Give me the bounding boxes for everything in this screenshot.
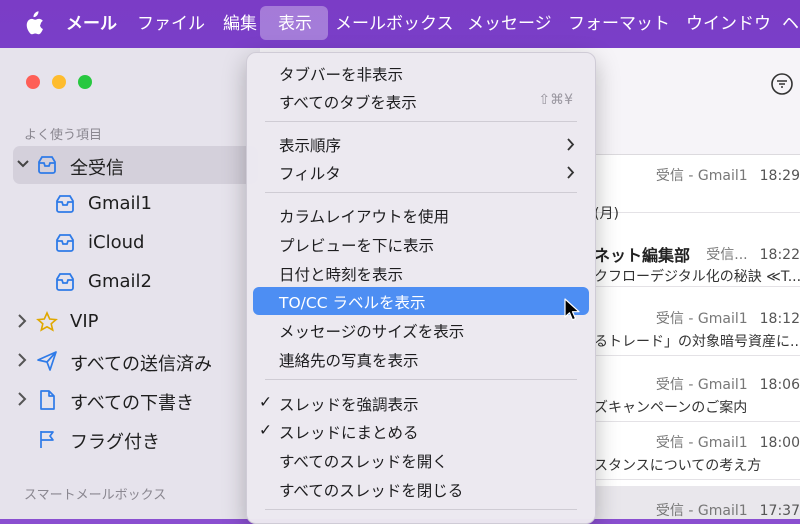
message-subject: クフローデジタル化の秘訣 ≪T... <box>594 269 800 285</box>
message-subject: るトレード」の対象暗号資産に... <box>594 334 800 350</box>
chevron-right-icon[interactable] <box>16 352 28 368</box>
paper-plane-icon <box>37 351 57 371</box>
sidebar-item-label: すべての送信済み <box>70 354 213 375</box>
menu-item-collapse-all-threads[interactable]: すべてのスレッドを閉じる <box>253 475 589 503</box>
menu-item-highlight-threads[interactable]: ✓ スレッドを強調表示 <box>253 389 589 417</box>
menu-message[interactable]: メッセージ <box>467 0 552 48</box>
message-meta: 受信... 18:22 <box>706 247 800 263</box>
menu-edit[interactable]: 編集 <box>223 0 257 48</box>
section-favorites: よく使う項目 <box>24 128 103 143</box>
sidebar-item-vip[interactable]: VIP <box>0 303 260 341</box>
menu-file[interactable]: ファイル <box>137 0 205 48</box>
sidebar-item-label: Gmail2 <box>88 271 152 292</box>
menu-separator <box>265 121 577 122</box>
inbox-icon <box>56 195 74 213</box>
chevron-right-icon <box>567 166 575 179</box>
sidebar-item-label: すべての下書き <box>70 393 195 414</box>
filter-icon[interactable] <box>770 72 794 96</box>
keyboard-shortcut: ⇧⌘¥ <box>538 92 573 108</box>
menu-item-label: TO/CC ラベルを表示 <box>279 294 426 312</box>
apple-icon[interactable] <box>22 11 44 37</box>
chevron-right-icon[interactable] <box>16 313 28 329</box>
zoom-window-button[interactable] <box>78 75 92 89</box>
menu-item-sort-order[interactable]: 表示順序 <box>253 130 589 158</box>
menu-bar: メール ファイル 編集 表示 メールボックス メッセージ フォーマット ウインド… <box>0 0 800 48</box>
menu-item-label: スレッドを強調表示 <box>279 396 419 414</box>
menu-item-label: すべてのスレッドを閉じる <box>279 482 464 500</box>
document-icon <box>40 390 55 410</box>
message-meta: 受信 - Gmail1 18:06 <box>655 377 800 393</box>
close-window-button[interactable] <box>26 75 40 89</box>
menu-item-show-date-time[interactable]: 日付と時刻を表示 <box>253 259 589 287</box>
menu-item-expand-all-threads[interactable]: すべてのスレッドを開く <box>253 446 589 474</box>
sidebar-item-icloud[interactable]: iCloud <box>0 224 260 262</box>
inbox-icon <box>38 156 56 174</box>
menu-item-filter[interactable]: フィルタ <box>253 158 589 186</box>
message-meta: 受信 - Gmail1 18:29 <box>655 168 800 184</box>
menu-app-name[interactable]: メール <box>66 0 117 48</box>
menu-mailbox[interactable]: メールボックス <box>335 0 454 48</box>
chevron-right-icon[interactable] <box>16 391 28 407</box>
menu-separator <box>265 379 577 380</box>
menu-item-label: 表示順序 <box>279 137 342 155</box>
checkmark-icon: ✓ <box>259 393 272 411</box>
minimize-window-button[interactable] <box>52 75 66 89</box>
menu-item-show-contact-photos[interactable]: 連絡先の写真を表示 <box>253 345 589 373</box>
menu-view[interactable]: 表示 <box>278 0 312 48</box>
menu-item-label: スレッドにまとめる <box>279 424 419 442</box>
message-subject: (月) <box>594 206 619 222</box>
menu-item-use-column-layout[interactable]: カラムレイアウトを使用 <box>253 201 589 229</box>
menu-item-show-to-cc-label[interactable]: TO/CC ラベルを表示 <box>253 287 589 315</box>
checkmark-icon: ✓ <box>259 421 272 439</box>
menu-item-organize-by-thread[interactable]: ✓ スレッドにまとめる <box>253 417 589 445</box>
menu-format[interactable]: フォーマット <box>568 0 670 48</box>
menu-item-label: メッセージのサイズを表示 <box>279 323 465 341</box>
message-meta: 受信 - Gmail1 18:12 <box>655 311 800 327</box>
menu-item-label: 連絡先の写真を表示 <box>279 352 419 370</box>
flag-icon <box>40 431 54 448</box>
menu-item-show-preview-below[interactable]: プレビューを下に表示 <box>253 230 589 258</box>
sidebar-item-gmail2[interactable]: Gmail2 <box>0 263 260 301</box>
menu-item-hide-tab-bar[interactable]: タブバーを非表示 <box>253 59 589 87</box>
sidebar-item-label: iCloud <box>88 232 145 253</box>
menu-separator <box>265 509 577 510</box>
mouse-cursor-icon <box>564 298 580 321</box>
sidebar-item-label: VIP <box>70 311 99 332</box>
menu-item-label: フィルタ <box>279 165 341 183</box>
menu-item-show-message-size[interactable]: メッセージのサイズを表示 <box>253 316 589 344</box>
sidebar-item-label: Gmail1 <box>88 193 152 214</box>
section-smart-mailboxes: スマートメールボックス <box>24 488 167 503</box>
star-icon <box>36 311 58 332</box>
sidebar-item-label: フラグ付き <box>70 432 160 453</box>
inbox-icon <box>56 273 74 291</box>
message-subject: スタンスについての考え方 <box>594 458 762 474</box>
menu-item-label: タブバーを非表示 <box>279 66 404 84</box>
message-sender: ネット編集部 <box>594 246 691 265</box>
menu-window[interactable]: ウインドウ <box>686 0 771 48</box>
sidebar-item-label: 全受信 <box>70 158 124 179</box>
chevron-right-icon <box>567 138 575 151</box>
menu-help[interactable]: ヘ <box>782 0 799 48</box>
chevron-down-icon[interactable] <box>16 158 30 170</box>
sidebar-item-all-sent[interactable]: すべての送信済み <box>0 342 260 380</box>
menu-separator <box>265 192 577 193</box>
menu-item-label: プレビューを下に表示 <box>279 237 435 255</box>
inbox-icon <box>56 234 74 252</box>
menu-item-label: 日付と時刻を表示 <box>279 266 404 284</box>
sidebar-item-gmail1[interactable]: Gmail1 <box>0 185 260 223</box>
message-meta: 受信 - Gmail1 18:00 <box>655 435 800 451</box>
menu-item-label: すべてのスレッドを開く <box>279 453 448 471</box>
sidebar: よく使う項目 全受信 Gmail1 iCloud Gmail2 VIP すべての… <box>0 48 260 519</box>
sidebar-item-all-inboxes[interactable]: 全受信 <box>0 146 260 184</box>
message-subject: ズキャンペーンのご案内 <box>594 400 748 416</box>
view-menu: タブバーを非表示 すべてのタブを表示 ⇧⌘¥ 表示順序 フィルタ カラムレイアウ… <box>246 52 596 524</box>
menu-item-show-all-tabs[interactable]: すべてのタブを表示 ⇧⌘¥ <box>253 87 589 115</box>
sidebar-item-flagged[interactable]: フラグ付き <box>0 420 260 458</box>
message-meta: 受信 - Gmail1 17:37 <box>655 503 800 519</box>
sidebar-item-all-drafts[interactable]: すべての下書き <box>0 381 260 419</box>
menu-item-label: カラムレイアウトを使用 <box>279 208 450 226</box>
menu-item-label: すべてのタブを表示 <box>279 94 417 112</box>
